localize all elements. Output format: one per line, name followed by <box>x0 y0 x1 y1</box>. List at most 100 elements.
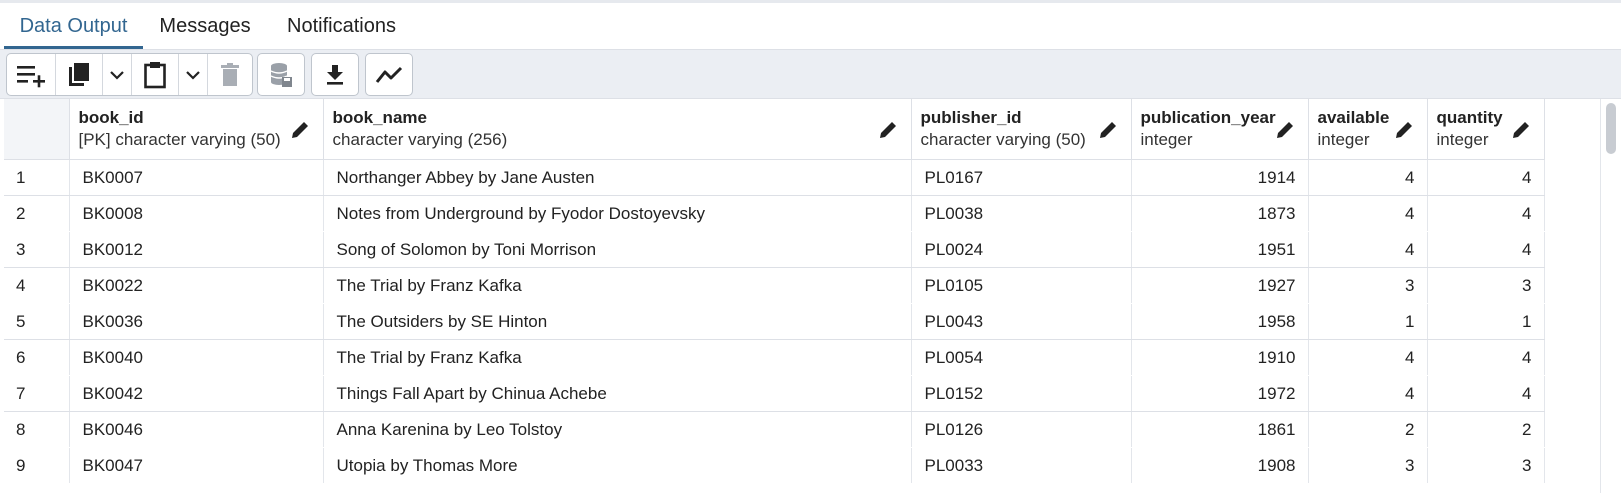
cell-quantity[interactable]: 2 <box>1427 411 1545 448</box>
cell-quantity[interactable]: 3 <box>1427 447 1545 484</box>
column-header-publisher-id[interactable]: publisher_id character varying (50) <box>911 99 1132 160</box>
table-row: 7 BK0042 Things Fall Apart by Chinua Ach… <box>4 375 1545 412</box>
cell-book-id[interactable]: BK0036 <box>69 303 324 340</box>
tab-messages[interactable]: Messages <box>150 3 260 49</box>
data-table: book_id [PK] character varying (50) book… <box>4 99 1545 484</box>
save-data-button[interactable] <box>258 54 304 95</box>
cell-book-id[interactable]: BK0040 <box>69 339 324 376</box>
cell-available[interactable]: 4 <box>1308 195 1428 232</box>
download-button[interactable] <box>312 54 358 95</box>
column-header-quantity[interactable]: quantity integer <box>1427 99 1545 160</box>
cell-book-name[interactable]: Things Fall Apart by Chinua Achebe <box>323 375 912 412</box>
cell-publication-year[interactable]: 1914 <box>1131 159 1309 196</box>
copy-icon <box>69 62 89 86</box>
cell-book-id[interactable]: BK0007 <box>69 159 324 196</box>
tab-data-output[interactable]: Data Output <box>4 3 143 49</box>
cell-book-name[interactable]: Notes from Underground by Fyodor Dostoye… <box>323 195 912 232</box>
cell-publisher-id[interactable]: PL0033 <box>911 447 1132 484</box>
row-number[interactable]: 6 <box>4 339 70 376</box>
delete-icon <box>221 62 239 86</box>
cell-quantity[interactable]: 4 <box>1427 375 1545 412</box>
cell-publisher-id[interactable]: PL0126 <box>911 411 1132 448</box>
row-number[interactable]: 3 <box>4 231 70 268</box>
cell-quantity[interactable]: 1 <box>1427 303 1545 340</box>
cell-book-id[interactable]: BK0042 <box>69 375 324 412</box>
graph-visualiser-button[interactable] <box>366 54 412 95</box>
column-header-available[interactable]: available integer <box>1308 99 1428 160</box>
copy-button[interactable] <box>56 54 103 95</box>
row-number[interactable]: 7 <box>4 375 70 412</box>
copy-options-dropdown[interactable] <box>103 54 132 95</box>
cell-quantity[interactable]: 4 <box>1427 339 1545 376</box>
cell-publisher-id[interactable]: PL0152 <box>911 375 1132 412</box>
row-number[interactable]: 8 <box>4 411 70 448</box>
pencil-icon[interactable] <box>1510 119 1532 141</box>
cell-publication-year[interactable]: 1908 <box>1131 447 1309 484</box>
column-header-book-id[interactable]: book_id [PK] character varying (50) <box>69 99 324 160</box>
cell-book-id[interactable]: BK0022 <box>69 267 324 304</box>
chevron-down-icon <box>186 70 200 80</box>
cell-book-name[interactable]: Song of Solomon by Toni Morrison <box>323 231 912 268</box>
cell-available[interactable]: 4 <box>1308 375 1428 412</box>
vertical-scrollbar[interactable] <box>1600 99 1621 493</box>
cell-publisher-id[interactable]: PL0054 <box>911 339 1132 376</box>
row-number[interactable]: 1 <box>4 159 70 196</box>
cell-book-id[interactable]: BK0047 <box>69 447 324 484</box>
cell-available[interactable]: 4 <box>1308 159 1428 196</box>
cell-book-name[interactable]: The Outsiders by SE Hinton <box>323 303 912 340</box>
cell-publication-year[interactable]: 1910 <box>1131 339 1309 376</box>
cell-publisher-id[interactable]: PL0024 <box>911 231 1132 268</box>
row-number[interactable]: 4 <box>4 267 70 304</box>
cell-publication-year[interactable]: 1951 <box>1131 231 1309 268</box>
header-row: book_id [PK] character varying (50) book… <box>4 99 1545 160</box>
column-header-book-name[interactable]: book_name character varying (256) <box>323 99 912 160</box>
paste-button[interactable] <box>132 54 179 95</box>
graph-visualiser-icon <box>375 66 403 83</box>
cell-book-name[interactable]: The Trial by Franz Kafka <box>323 267 912 304</box>
cell-publisher-id[interactable]: PL0043 <box>911 303 1132 340</box>
cell-available[interactable]: 1 <box>1308 303 1428 340</box>
cell-publication-year[interactable]: 1958 <box>1131 303 1309 340</box>
cell-publisher-id[interactable]: PL0038 <box>911 195 1132 232</box>
cell-available[interactable]: 3 <box>1308 267 1428 304</box>
column-header-publication-year[interactable]: publication_year integer <box>1131 99 1309 160</box>
cell-available[interactable]: 2 <box>1308 411 1428 448</box>
cell-publication-year[interactable]: 1873 <box>1131 195 1309 232</box>
paste-options-dropdown[interactable] <box>179 54 208 95</box>
cell-publication-year[interactable]: 1861 <box>1131 411 1309 448</box>
pencil-icon[interactable] <box>1097 119 1119 141</box>
pencil-icon[interactable] <box>877 119 899 141</box>
cell-publisher-id[interactable]: PL0105 <box>911 267 1132 304</box>
add-row-button[interactable] <box>7 54 56 95</box>
cell-publisher-id[interactable]: PL0167 <box>911 159 1132 196</box>
cell-quantity[interactable]: 4 <box>1427 195 1545 232</box>
cell-book-name[interactable]: Utopia by Thomas More <box>323 447 912 484</box>
delete-button[interactable] <box>208 54 252 95</box>
cell-book-id[interactable]: BK0012 <box>69 231 324 268</box>
row-number[interactable]: 9 <box>4 447 70 484</box>
cell-publication-year[interactable]: 1927 <box>1131 267 1309 304</box>
cell-available[interactable]: 3 <box>1308 447 1428 484</box>
graph-button-group <box>365 53 413 96</box>
row-number[interactable]: 2 <box>4 195 70 232</box>
cell-book-name[interactable]: Anna Karenina by Leo Tolstoy <box>323 411 912 448</box>
pencil-icon[interactable] <box>1274 119 1296 141</box>
row-number-header[interactable] <box>4 99 70 160</box>
cell-book-id[interactable]: BK0046 <box>69 411 324 448</box>
cell-available[interactable]: 4 <box>1308 339 1428 376</box>
cell-available[interactable]: 4 <box>1308 231 1428 268</box>
cell-quantity[interactable]: 4 <box>1427 231 1545 268</box>
pencil-icon[interactable] <box>289 119 311 141</box>
row-number[interactable]: 5 <box>4 303 70 340</box>
tab-notifications[interactable]: Notifications <box>275 3 408 49</box>
cell-book-name[interactable]: The Trial by Franz Kafka <box>323 339 912 376</box>
table-row: 2 BK0008 Notes from Underground by Fyodo… <box>4 195 1545 232</box>
scrollbar-thumb[interactable] <box>1606 103 1616 154</box>
cell-quantity[interactable]: 3 <box>1427 267 1545 304</box>
cell-publication-year[interactable]: 1972 <box>1131 375 1309 412</box>
cell-book-name[interactable]: Northanger Abbey by Jane Austen <box>323 159 912 196</box>
column-name: book_id <box>78 108 144 127</box>
cell-book-id[interactable]: BK0008 <box>69 195 324 232</box>
pencil-icon[interactable] <box>1393 119 1415 141</box>
cell-quantity[interactable]: 4 <box>1427 159 1545 196</box>
